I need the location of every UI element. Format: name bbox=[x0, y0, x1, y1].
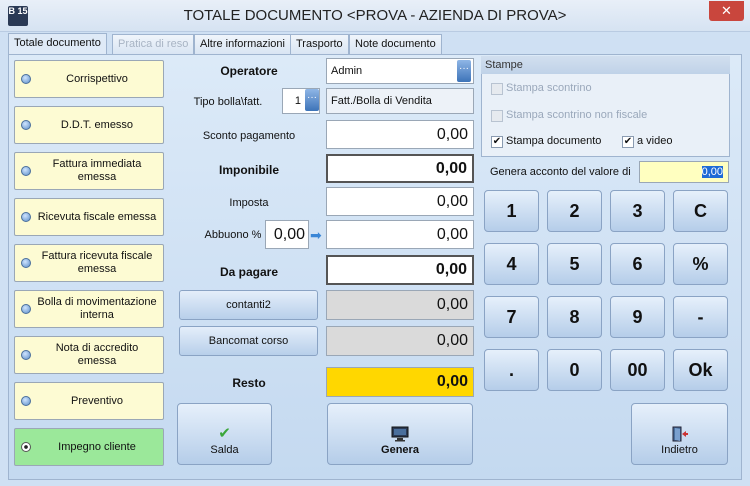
key-2[interactable]: 2 bbox=[547, 190, 602, 232]
tipo-bolla-lookup-button[interactable]: ··· bbox=[305, 89, 319, 111]
indietro-label: Indietro bbox=[661, 444, 698, 456]
tab-note-documento[interactable]: Note documento bbox=[349, 34, 442, 54]
contanti-field[interactable]: 0,00 bbox=[326, 290, 474, 320]
doc-type-label: Fattura ricevuta fiscale emessa bbox=[41, 250, 153, 275]
abbuono-field[interactable]: 0,00 bbox=[326, 220, 474, 249]
radio-icon bbox=[21, 212, 31, 222]
monitor-icon bbox=[328, 426, 472, 442]
doc-type-fattura-immediata[interactable]: Fattura immediata emessa bbox=[14, 152, 164, 190]
close-button[interactable]: ✕ bbox=[709, 1, 744, 21]
operatore-lookup-button[interactable]: ··· bbox=[457, 60, 471, 82]
tab-strip: Totale documento Pratica di reso Altre i… bbox=[8, 33, 742, 55]
indietro-button[interactable]: Indietro bbox=[631, 403, 728, 465]
acconto-value: 0,00 bbox=[701, 166, 723, 178]
tab-trasporto[interactable]: Trasporto bbox=[290, 34, 349, 54]
da-pagare-field: 0,00 bbox=[326, 255, 474, 285]
doc-type-corrispettivo[interactable]: Corrispettivo bbox=[14, 60, 164, 98]
acconto-label-text: Genera acconto del valore di bbox=[490, 166, 631, 178]
stampa-documento-checkbox[interactable]: ✔ bbox=[491, 136, 503, 148]
radio-selected-icon bbox=[21, 442, 31, 452]
doc-type-impegno-cliente[interactable]: Impegno cliente bbox=[14, 428, 164, 466]
operatore-value: Admin bbox=[331, 65, 363, 77]
doc-type-fattura-ricevuta-fiscale[interactable]: Fattura ricevuta fiscale emessa bbox=[14, 244, 164, 282]
doc-type-label: Ricevuta fiscale emessa bbox=[37, 210, 157, 223]
doc-type-label: Nota di accredito emessa bbox=[55, 342, 139, 367]
radio-icon bbox=[21, 350, 31, 360]
resto-label: Resto bbox=[232, 376, 266, 390]
tipo-bolla-description: Fatt./Bolla di Vendita bbox=[326, 88, 474, 114]
key-0[interactable]: 0 bbox=[547, 349, 602, 391]
stampa-scontrino-label: Stampa scontrino bbox=[506, 82, 592, 94]
key-4[interactable]: 4 bbox=[484, 243, 539, 285]
genera-button[interactable]: Genera bbox=[327, 403, 473, 465]
doc-type-label: Corrispettivo bbox=[66, 72, 128, 85]
doc-type-preventivo[interactable]: Preventivo bbox=[14, 382, 164, 420]
imponibile-label: Imponibile bbox=[219, 163, 279, 177]
key-00[interactable]: 00 bbox=[610, 349, 665, 391]
stampa-scontrino-non-fiscale-checkbox bbox=[491, 110, 503, 122]
doc-type-label: Fattura immediata emessa bbox=[52, 158, 142, 183]
exit-door-icon bbox=[632, 426, 727, 442]
arrow-right-icon[interactable]: ➡ bbox=[310, 227, 322, 244]
abbuono-label: Abbuono % bbox=[204, 229, 262, 241]
tab-pratica-di-reso: Pratica di reso bbox=[112, 34, 195, 54]
radio-icon bbox=[21, 396, 31, 406]
stampe-title: Stampe bbox=[481, 56, 730, 74]
salda-button[interactable]: ✔ Salda bbox=[177, 403, 272, 465]
da-pagare-label: Da pagare bbox=[219, 265, 279, 279]
stampa-scontrino-non-fiscale-label: Stampa scontrino non fiscale bbox=[506, 109, 648, 121]
key-clear[interactable]: C bbox=[673, 190, 728, 232]
bancomat-field[interactable]: 0,00 bbox=[326, 326, 474, 356]
tab-totale-documento[interactable]: Totale documento bbox=[8, 33, 107, 55]
key-9[interactable]: 9 bbox=[610, 296, 665, 338]
key-1[interactable]: 1 bbox=[484, 190, 539, 232]
key-8[interactable]: 8 bbox=[547, 296, 602, 338]
radio-icon bbox=[21, 74, 31, 84]
key-3[interactable]: 3 bbox=[610, 190, 665, 232]
doc-type-label: D.D.T. emesso bbox=[60, 118, 134, 131]
key-decimal[interactable]: . bbox=[484, 349, 539, 391]
radio-icon bbox=[21, 166, 31, 176]
key-5[interactable]: 5 bbox=[547, 243, 602, 285]
key-ok[interactable]: Ok bbox=[673, 349, 728, 391]
tipo-bolla-label: Tipo bolla\fatt. bbox=[193, 96, 263, 108]
imposta-field: 0,00 bbox=[326, 187, 474, 216]
bancomat-button[interactable]: Bancomat corso bbox=[179, 326, 318, 356]
doc-type-ricevuta-fiscale[interactable]: Ricevuta fiscale emessa bbox=[14, 198, 164, 236]
stampa-scontrino-checkbox bbox=[491, 83, 503, 95]
a-video-label: a video bbox=[637, 135, 673, 147]
doc-type-ddt[interactable]: D.D.T. emesso bbox=[14, 106, 164, 144]
radio-icon bbox=[21, 304, 31, 314]
doc-type-nota-accredito[interactable]: Nota di accredito emessa bbox=[14, 336, 164, 374]
key-6[interactable]: 6 bbox=[610, 243, 665, 285]
tipo-bolla-desc-value: Fatt./Bolla di Vendita bbox=[331, 95, 432, 107]
checkmark-icon: ✔ bbox=[218, 425, 231, 442]
salda-label: Salda bbox=[210, 444, 239, 456]
operatore-label: Operatore bbox=[220, 64, 278, 78]
doc-type-label: Bolla di movimentazione interna bbox=[37, 296, 157, 321]
key-minus[interactable]: - bbox=[673, 296, 728, 338]
doc-type-label: Impegno cliente bbox=[58, 440, 136, 453]
operatore-select[interactable]: Admin bbox=[326, 58, 474, 84]
radio-icon bbox=[21, 120, 31, 130]
imponibile-field: 0,00 bbox=[326, 154, 474, 183]
radio-icon bbox=[21, 258, 31, 268]
a-video-checkbox[interactable]: ✔ bbox=[622, 136, 634, 148]
contanti-button[interactable]: contanti2 bbox=[179, 290, 318, 320]
abbuono-percent-field[interactable]: 0,00 bbox=[265, 220, 309, 249]
tipo-bolla-number-value: 1 bbox=[294, 95, 301, 107]
tab-altre-informazioni[interactable]: Altre informazioni bbox=[194, 34, 291, 54]
resto-field: 0,00 bbox=[326, 367, 474, 397]
key-percent[interactable]: % bbox=[673, 243, 728, 285]
key-7[interactable]: 7 bbox=[484, 296, 539, 338]
window-title: TOTALE DOCUMENTO <PROVA - AZIENDA DI PRO… bbox=[183, 7, 567, 24]
doc-type-label: Preventivo bbox=[71, 394, 123, 407]
sconto-label: Sconto pagamento bbox=[202, 130, 296, 142]
genera-label: Genera bbox=[381, 444, 419, 456]
imposta-label: Imposta bbox=[229, 197, 269, 209]
acconto-field[interactable]: 0,00 bbox=[639, 161, 729, 183]
stampa-documento-label: Stampa documento bbox=[506, 135, 602, 147]
doc-type-bolla-movimentazione[interactable]: Bolla di movimentazione interna bbox=[14, 290, 164, 328]
sconto-field[interactable]: 0,00 bbox=[326, 120, 474, 149]
